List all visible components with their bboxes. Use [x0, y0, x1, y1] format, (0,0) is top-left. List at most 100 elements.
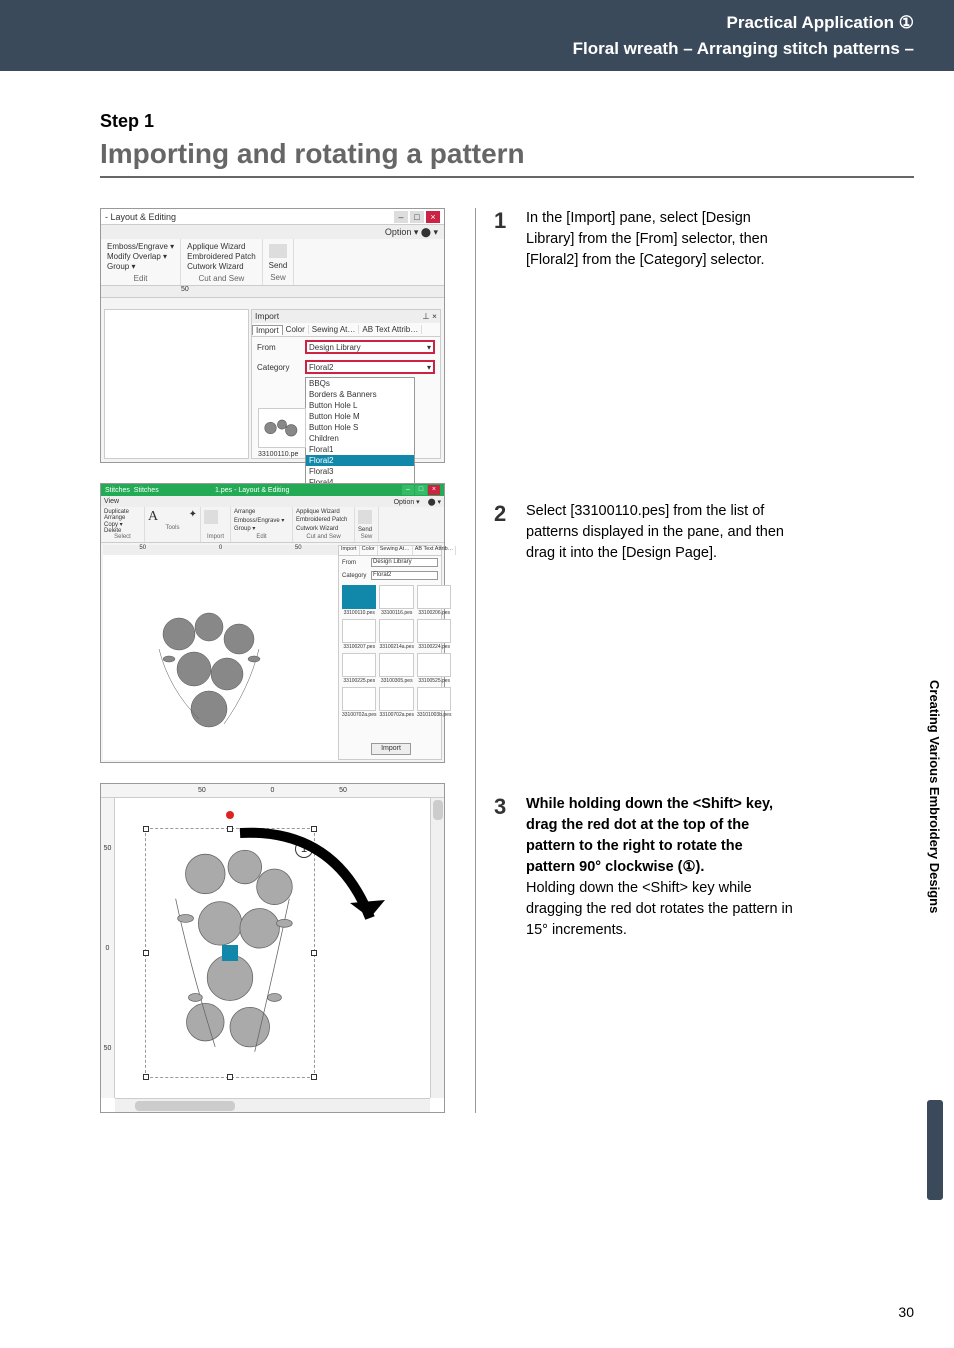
window-close-button[interactable]: × — [426, 211, 440, 223]
import-patterns-icon[interactable] — [204, 510, 218, 524]
thumb-label: 33100702a.pes — [342, 712, 376, 718]
from-label: From — [257, 343, 299, 352]
view-menu[interactable]: View — [104, 498, 119, 505]
pattern-thumb[interactable] — [417, 619, 451, 643]
tab-sewing-attrib[interactable]: Sewing At… — [309, 325, 360, 334]
window-maximize-button[interactable]: □ — [415, 485, 427, 495]
main-title: Importing and rotating a pattern — [100, 138, 914, 178]
horizontal-scrollbar[interactable] — [115, 1098, 430, 1112]
group-label: Select — [104, 534, 141, 540]
window-minimize-button[interactable]: – — [394, 211, 408, 223]
scrollbar-thumb[interactable] — [135, 1101, 235, 1111]
dropdown-option[interactable]: Floral1 — [306, 444, 414, 455]
horizontal-ruler: 50 — [101, 286, 444, 298]
from-selector[interactable]: Design Library — [371, 558, 438, 567]
dropdown-option[interactable]: Button Hole S — [306, 422, 414, 433]
design-canvas[interactable] — [104, 309, 249, 459]
applique-wizard-button[interactable]: Applique Wizard — [296, 509, 351, 515]
option-bar[interactable]: Option ▾ ⬤ ▾ — [101, 225, 444, 239]
category-selector-row: Category Floral2▾ — [252, 357, 440, 377]
pattern-thumb[interactable] — [342, 687, 376, 711]
rotation-arrow — [225, 818, 395, 958]
instruction-number: 2 — [494, 501, 512, 564]
file-tab[interactable]: Stitches — [134, 487, 159, 494]
dropdown-option-selected[interactable]: Floral2 — [306, 455, 414, 466]
floral-pattern-preview[interactable] — [139, 599, 299, 739]
tab-text-attrib[interactable]: AB Text Attrib… — [359, 325, 422, 334]
panel-pin-close[interactable]: ⊥ × — [422, 310, 437, 323]
dropdown-option[interactable]: Button Hole M — [306, 411, 414, 422]
pattern-thumb[interactable] — [379, 653, 413, 677]
applique-wizard-button[interactable]: Applique Wizard — [187, 242, 255, 251]
tab-sewing-attrib[interactable]: Sewing At… — [378, 546, 413, 555]
modify-overlap-menu[interactable]: Modify Overlap ▾ — [107, 252, 174, 261]
emboss-engrave-menu[interactable]: Emboss/Engrave ▾ — [234, 517, 289, 524]
pattern-thumb[interactable] — [417, 653, 451, 677]
shapes-tool-icon[interactable]: ✦ — [189, 509, 197, 525]
send-button[interactable]: Send — [269, 261, 288, 270]
tab-color[interactable]: Color — [283, 325, 309, 334]
pattern-thumb[interactable] — [379, 585, 413, 609]
from-selector[interactable]: Design Library▾ — [305, 340, 435, 354]
send-icon[interactable] — [358, 510, 372, 524]
window-minimize-button[interactable]: – — [402, 485, 414, 495]
arrange-button[interactable]: Arrange — [234, 509, 289, 515]
arrange-copy-menu[interactable]: Arrange Copy ▾ — [104, 515, 141, 528]
tab-import[interactable]: Import — [339, 546, 360, 555]
vertical-scrollbar[interactable] — [430, 798, 444, 1098]
send-icon[interactable] — [269, 244, 287, 258]
resize-handle-se[interactable] — [311, 1074, 317, 1080]
dropdown-option[interactable]: BBQs — [306, 378, 414, 389]
instruction-rest: Holding down the <Shift> key while dragg… — [526, 880, 793, 938]
resize-handle-sw[interactable] — [143, 1074, 149, 1080]
design-page[interactable]: 50 0 50 — [103, 545, 338, 760]
resize-handle-s[interactable] — [227, 1074, 233, 1080]
category-selector[interactable]: Floral2 — [371, 571, 438, 580]
help-menu[interactable]: ⬤ ▾ — [428, 498, 441, 506]
pattern-thumb-selected[interactable] — [342, 585, 376, 609]
tab-import[interactable]: Import — [252, 325, 283, 335]
option-menu[interactable]: Option ▾ — [394, 498, 420, 506]
scrollbar-thumb[interactable] — [433, 800, 443, 820]
dropdown-option[interactable]: Floral3 — [306, 466, 414, 477]
tab-text-attrib[interactable]: AB Text Attrib… — [413, 546, 456, 555]
group-label: Import — [204, 534, 227, 540]
ruler-tick: 0 — [271, 787, 275, 794]
dropdown-option[interactable]: Borders & Banners — [306, 389, 414, 400]
pattern-thumb[interactable] — [379, 687, 413, 711]
group-menu[interactable]: Group ▾ — [107, 262, 174, 271]
category-selector[interactable]: Floral2▾ — [305, 360, 435, 374]
import-panel: Import ⊥ × Import Color Sewing At… AB Te… — [251, 309, 441, 459]
tab-color[interactable]: Color — [360, 546, 378, 555]
dropdown-option[interactable]: Button Hole L — [306, 400, 414, 411]
pattern-thumb[interactable] — [342, 653, 376, 677]
pattern-thumbnail[interactable] — [258, 408, 306, 448]
window-titlebar: - Layout & Editing – □ × — [101, 209, 444, 225]
window-maximize-button[interactable]: □ — [410, 211, 424, 223]
ruler-tick: 50 — [339, 787, 347, 794]
window-close-button[interactable]: × — [428, 485, 440, 495]
import-button[interactable]: Import — [371, 743, 411, 755]
text-tool-icon[interactable]: A — [148, 509, 158, 525]
ribbon-group-edit: Emboss/Engrave ▾ Modify Overlap ▾ Group … — [101, 239, 181, 285]
group-menu[interactable]: Group ▾ — [234, 525, 289, 532]
ribbon-edit-label: Edit — [107, 274, 174, 283]
pattern-thumb[interactable] — [342, 619, 376, 643]
send-button[interactable]: Send — [358, 527, 375, 533]
design-canvas[interactable]: 1 — [115, 798, 430, 1098]
cutwork-wizard-button[interactable]: Cutwork Wizard — [187, 262, 255, 271]
pattern-thumb[interactable] — [379, 619, 413, 643]
embroidered-patch-button[interactable]: Embroidered Patch — [296, 517, 351, 523]
pattern-thumb[interactable] — [417, 687, 451, 711]
dropdown-option[interactable]: Children — [306, 433, 414, 444]
emboss-engrave-menu[interactable]: Emboss/Engrave ▾ — [107, 242, 174, 251]
file-tab[interactable]: Stitches — [105, 487, 130, 494]
ribbon-group-sew: Send Sew — [263, 239, 295, 285]
pattern-thumb[interactable] — [417, 585, 451, 609]
instruction-text: While holding down the <Shift> key, drag… — [526, 794, 795, 941]
embroidered-patch-button[interactable]: Embroidered Patch — [187, 252, 255, 261]
instructions-column: 1 In the [Import] pane, select [Design L… — [475, 208, 795, 1113]
cutwork-wizard-button[interactable]: Cutwork Wizard — [296, 526, 351, 532]
resize-handle-nw[interactable] — [143, 826, 149, 832]
resize-handle-w[interactable] — [143, 950, 149, 956]
